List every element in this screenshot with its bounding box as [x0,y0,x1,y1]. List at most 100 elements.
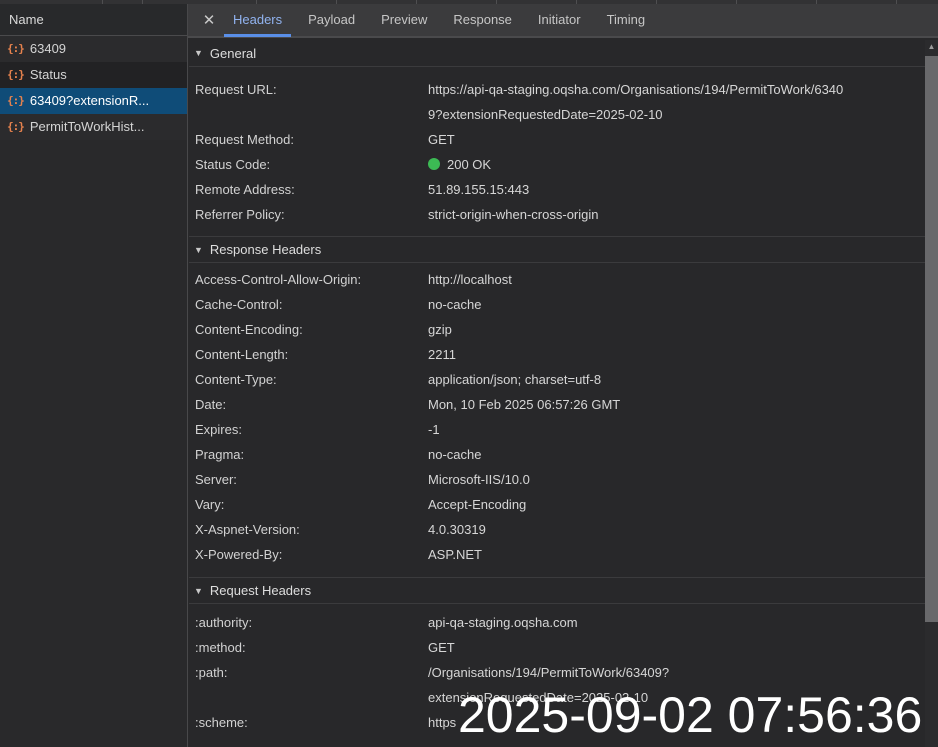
header-value: Accept-Encoding [428,497,527,512]
header-value: Mon, 10 Feb 2025 06:57:26 GMT [428,397,621,412]
headers-content: ▼ General Request URL: https://api-qa-st… [189,40,925,747]
header-name: X-Powered-By: [195,547,283,562]
header-row-content-length: Content-Length: 2211 [189,342,925,367]
tab-headers[interactable]: Headers [222,3,293,37]
close-icon[interactable]: ✕ [196,11,222,29]
tab-response[interactable]: Response [442,3,523,37]
tab-initiator[interactable]: Initiator [527,3,592,37]
header-row-request-url: Request URL: https://api-qa-staging.oqsh… [189,77,925,127]
header-value: http://localhost [428,272,512,287]
header-name: Referrer Policy: [195,207,285,222]
header-row-status-code: Status Code: 200 OK [189,152,925,177]
header-value: -1 [428,422,440,437]
header-name: Expires: [195,422,242,437]
header-row-expires: Expires: -1 [189,417,925,442]
header-value: application/json; charset=utf-8 [428,372,602,387]
header-value: GET [428,132,455,147]
tab-preview[interactable]: Preview [370,3,438,37]
devtools-network-panel: Name {:} 63409 {:} Status {:} 63409?exte… [0,0,938,747]
scrollbar-thumb[interactable] [925,56,938,622]
header-row-referrer-policy: Referrer Policy: strict-origin-when-cros… [189,202,925,227]
header-row-vary: Vary: Accept-Encoding [189,492,925,517]
vertical-scrollbar[interactable]: ▲ [925,40,938,747]
header-value: https [428,715,457,730]
section-request-headers-header[interactable]: ▼ Request Headers [189,577,925,604]
header-value: gzip [428,322,452,337]
header-row-cache-control: Cache-Control: no-cache [189,292,925,317]
header-value: GET [428,640,455,655]
header-name: Remote Address: [195,182,295,197]
header-row-content-type: Content-Type: application/json; charset=… [189,367,925,392]
request-row-label: 63409?extensionR... [29,93,150,108]
header-name: Content-Encoding: [195,322,303,337]
chevron-down-icon: ▼ [194,585,203,596]
request-row-label: Status [29,67,67,82]
timestamp-watermark: 2025-09-02 07:56:36 [458,687,923,743]
status-ok-dot-icon [428,158,440,170]
header-name: :path: [195,665,228,680]
header-value: 51.89.155.15:443 [428,182,530,197]
json-braces-icon: {:} [7,94,25,107]
header-row-content-encoding: Content-Encoding: gzip [189,317,925,342]
header-value: no-cache [428,297,482,312]
request-row-63409-extension-selected[interactable]: {:} 63409?extensionR... [0,88,187,114]
header-name: Access-Control-Allow-Origin: [195,272,362,287]
header-name: Pragma: [195,447,245,462]
header-name: Request Method: [195,132,295,147]
header-row-authority: :authority: api-qa-staging.oqsha.com [189,610,925,635]
section-title: General [209,45,257,61]
tab-payload[interactable]: Payload [297,3,366,37]
header-value: 4.0.30319 [428,522,486,537]
header-value: Microsoft-IIS/10.0 [428,472,530,487]
header-value: strict-origin-when-cross-origin [428,207,599,222]
section-general: ▼ General Request URL: https://api-qa-st… [189,40,925,236]
header-name: Vary: [195,497,225,512]
name-column-header[interactable]: Name [0,4,187,36]
section-response-headers: ▼ Response Headers Access-Control-Allow-… [189,236,925,577]
header-row-date: Date: Mon, 10 Feb 2025 06:57:26 GMT [189,392,925,417]
request-row-label: 63409 [29,41,67,56]
header-name: Server: [195,472,237,487]
status-code-text: 200 OK [447,157,492,172]
header-name: Date: [195,397,227,412]
section-title: Response Headers [209,242,322,257]
section-title: Request Headers [209,583,312,598]
json-braces-icon: {:} [7,120,25,133]
section-response-headers-header[interactable]: ▼ Response Headers [189,236,925,263]
header-value: no-cache [428,447,482,462]
header-name: :scheme: [195,715,248,730]
tab-timing[interactable]: Timing [596,3,657,37]
request-detail-panel: ✕ Headers Payload Preview Response Initi… [187,4,938,747]
header-row-pragma: Pragma: no-cache [189,442,925,467]
detail-tabbar: ✕ Headers Payload Preview Response Initi… [188,4,938,38]
header-name: :authority: [195,615,253,630]
header-row-remote-address: Remote Address: 51.89.155.15:443 [189,177,925,202]
request-row-label: PermitToWorkHist... [29,119,145,134]
json-braces-icon: {:} [7,68,25,81]
chevron-down-icon: ▼ [194,244,203,255]
section-general-header[interactable]: ▼ General [189,40,925,67]
header-row-x-aspnet-version: X-Aspnet-Version: 4.0.30319 [189,517,925,542]
header-row-x-powered-by: X-Powered-By: ASP.NET [189,542,925,567]
section-response-headers-rows: Access-Control-Allow-Origin: http://loca… [189,263,925,577]
header-value: 2211 [428,347,456,362]
chevron-down-icon: ▼ [194,48,203,58]
header-name: Status Code: [195,157,271,172]
header-row-server: Server: Microsoft-IIS/10.0 [189,467,925,492]
header-name: Request URL: [195,82,277,97]
request-row-status[interactable]: {:} Status [0,62,187,88]
header-value: 200 OK [428,152,491,177]
header-name: :method: [195,640,246,655]
header-name: Content-Type: [195,372,277,387]
header-name: Content-Length: [195,347,289,362]
header-row-access-control-allow-origin: Access-Control-Allow-Origin: http://loca… [189,267,925,292]
request-row-63409[interactable]: {:} 63409 [0,36,187,62]
header-value: https://api-qa-staging.oqsha.com/Organis… [428,82,844,122]
header-name: X-Aspnet-Version: [195,522,300,537]
scroll-up-arrow-icon[interactable]: ▲ [925,40,938,54]
section-general-rows: Request URL: https://api-qa-staging.oqsh… [189,67,925,236]
header-value: ASP.NET [428,547,482,562]
header-row-request-method: Request Method: GET [189,127,925,152]
request-row-permittoworkhistory[interactable]: {:} PermitToWorkHist... [0,114,187,140]
header-row-method: :method: GET [189,635,925,660]
